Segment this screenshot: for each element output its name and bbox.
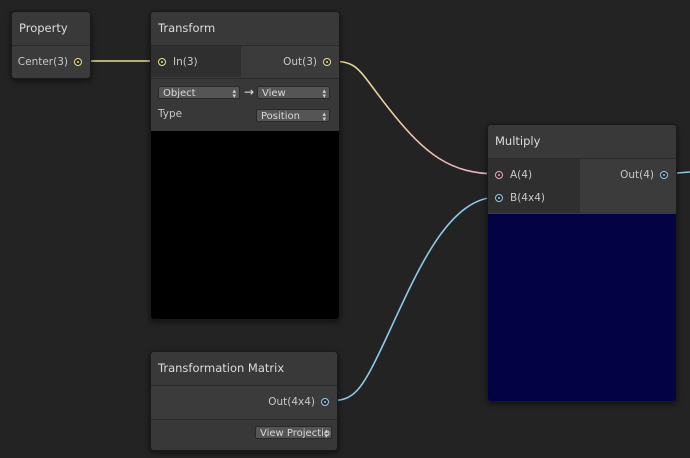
multiply-output-label: Out(4) [620,169,654,181]
space-arrow-icon: → [244,85,255,99]
property-output-area: Center(3) [12,46,90,78]
dropdown-arrow-icon: ▴ ▾ [324,427,328,439]
port-dot-icon[interactable] [495,171,503,179]
multiply-node[interactable]: Multiply A(4) B(4x4) Out(4) [487,124,677,402]
transform-node-title: Transform [151,12,339,46]
b-input-label: B(4x4) [510,192,545,204]
transform-preview [151,131,339,319]
a-input-label: A(4) [510,169,533,181]
to-space-value: View [262,88,286,99]
multiply-preview [488,214,676,401]
from-space-dropdown[interactable]: Object ▴ ▾ [158,86,240,99]
out-output-label: Out(3) [283,56,317,68]
transformation-matrix-node[interactable]: Transformation Matrix Out(4x4) View Proj… [150,351,338,451]
multiply-node-title: Multiply [488,125,676,159]
wire-out-to-a [325,60,499,175]
wire-matrix-to-b [325,196,499,402]
multiply-input-area: A(4) B(4x4) [488,159,580,213]
dropdown-arrow-icon: ▴ ▾ [322,87,326,99]
type-value: Position [261,111,300,122]
dropdown-arrow-icon: ▴ ▾ [232,87,236,99]
property-node-title: Property [12,12,90,46]
matrix-type-value: View Projection [260,428,332,439]
from-space-value: Object [163,88,196,99]
matrix-output-label: Out(4x4) [268,396,315,408]
matrix-output-area: Out(4x4) [151,386,337,418]
to-space-dropdown[interactable]: View ▴ ▾ [257,86,330,99]
matrix-type-dropdown[interactable]: View Projection ▴ ▾ [255,426,332,439]
port-dot-icon[interactable] [323,58,331,66]
port-dot-icon[interactable] [321,398,329,406]
matrix-controls: View Projection ▴ ▾ [151,419,337,450]
port-dot-icon[interactable] [74,58,82,66]
type-dropdown[interactable]: Position ▴ ▾ [256,109,330,122]
transform-node[interactable]: Transform In(3) Out(3) Object ▴ ▾ → View … [150,11,340,320]
property-node[interactable]: Property Center(3) [11,11,91,79]
transformation-matrix-title: Transformation Matrix [151,352,337,386]
transform-controls: Object ▴ ▾ → View ▴ ▾ Type Position ▴ ▾ [151,78,339,131]
in-input-label: In(3) [173,56,198,68]
multiply-output-area: Out(4) [580,159,676,213]
center-output-label: Center(3) [17,56,68,68]
port-dot-icon[interactable] [495,194,503,202]
port-dot-icon[interactable] [158,58,166,66]
dropdown-arrow-icon: ▴ ▾ [322,110,326,122]
transform-output-area: Out(3) [241,46,339,77]
transform-input-area: In(3) [151,46,241,77]
port-dot-icon[interactable] [660,171,668,179]
type-label: Type [158,108,183,120]
